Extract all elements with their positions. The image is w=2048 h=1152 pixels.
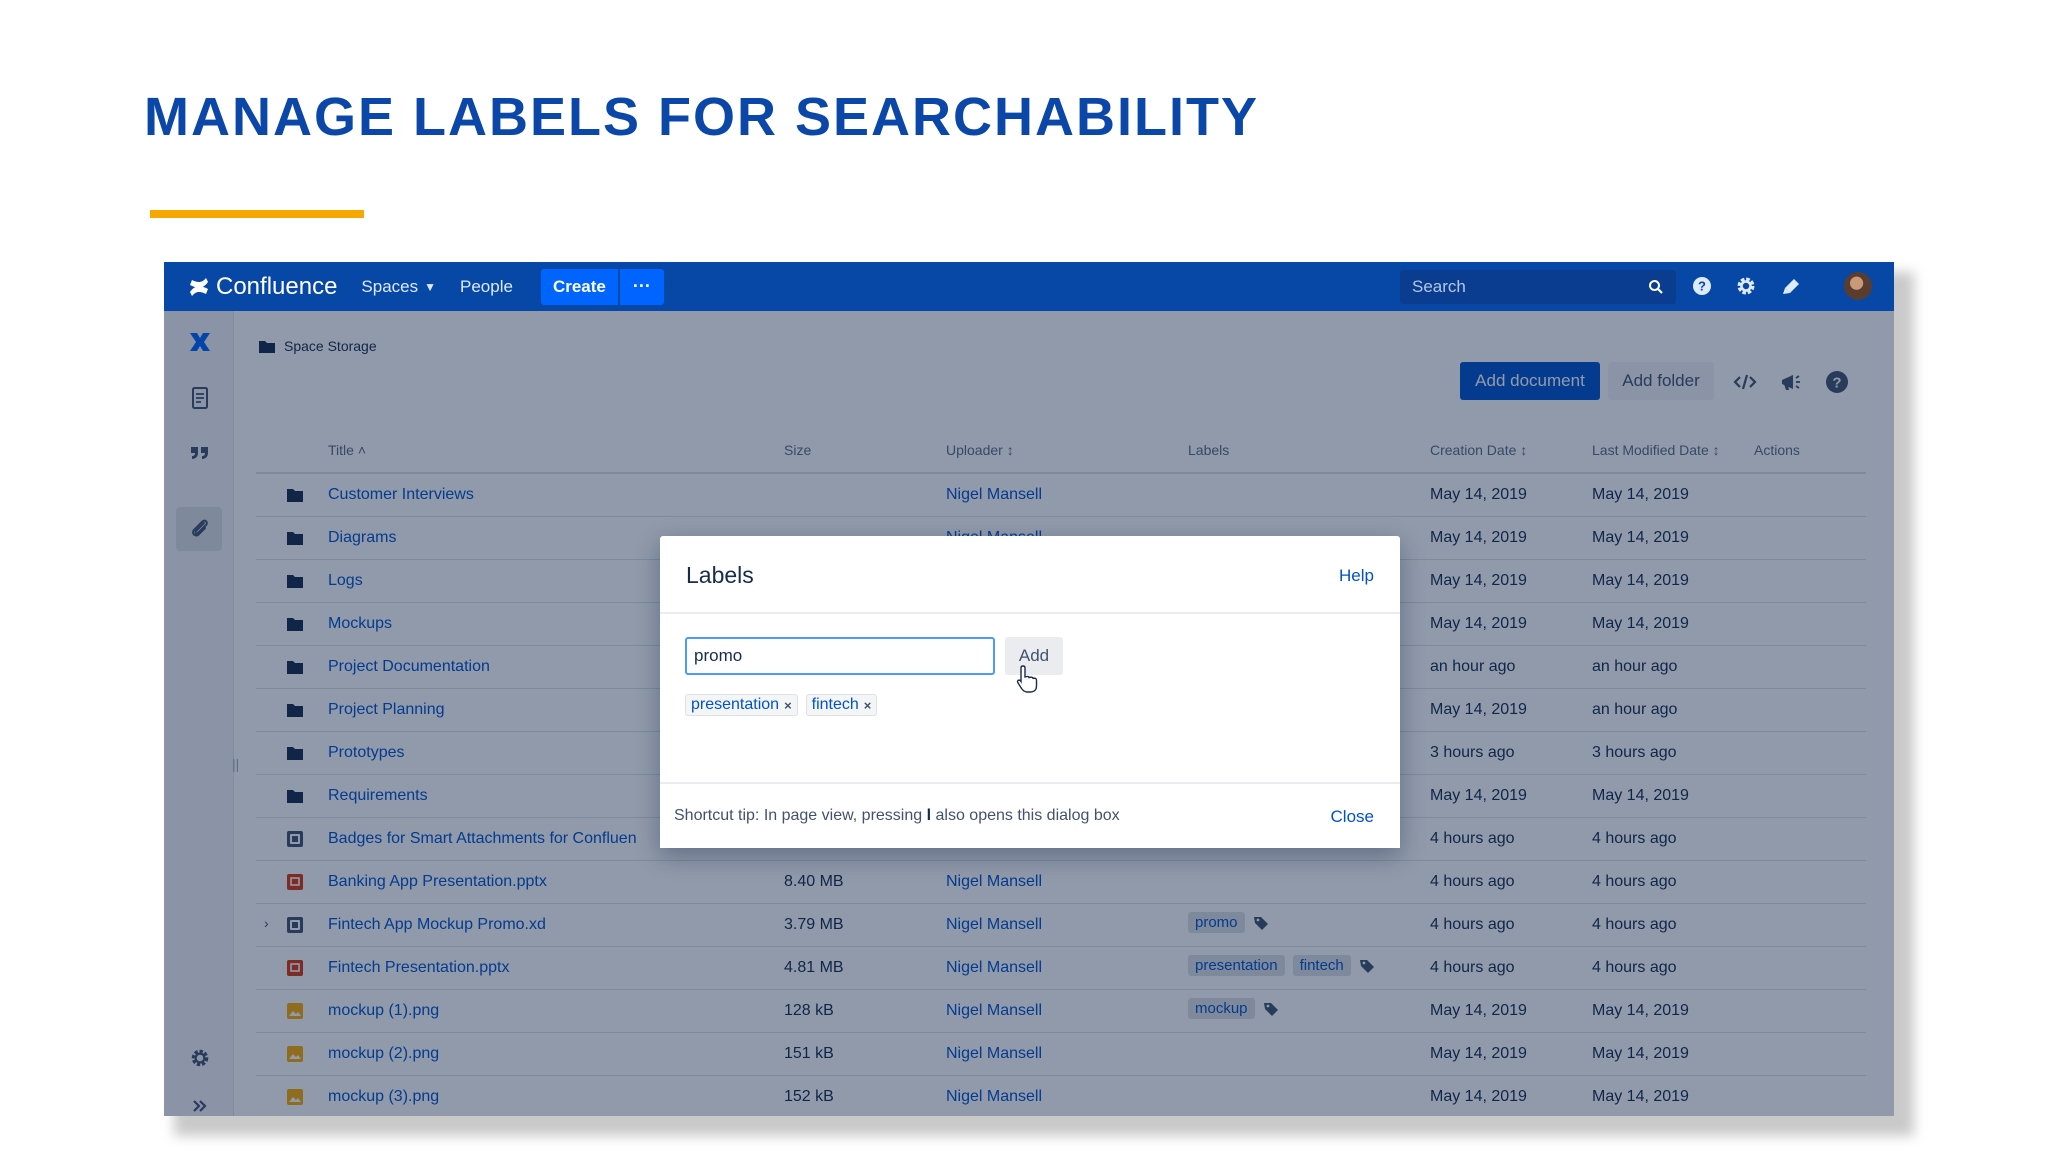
search-input[interactable]: Search xyxy=(1400,270,1676,304)
remove-label-icon[interactable]: × xyxy=(784,698,792,713)
slide-title: MANAGE LABELS FOR SEARCHABILITY xyxy=(144,87,1259,147)
title-underline xyxy=(150,210,364,218)
chevron-down-icon: ▼ xyxy=(424,279,437,294)
chip-text: presentation xyxy=(691,696,780,713)
hand-cursor-icon xyxy=(1016,665,1038,693)
dialog-header: Labels Help xyxy=(660,536,1400,614)
nav-people-label: People xyxy=(460,276,513,296)
tip-text-after: also opens this dialog box xyxy=(931,807,1120,824)
gear-icon[interactable] xyxy=(1734,274,1758,298)
avatar[interactable] xyxy=(1844,272,1872,300)
close-dialog-button[interactable]: Close xyxy=(1331,807,1374,827)
labels-dialog: Labels Help Add presentation × fintech ×… xyxy=(660,536,1400,848)
chip-text: fintech xyxy=(811,696,859,713)
brand-name: Confluence xyxy=(216,272,338,300)
confluence-logo[interactable]: Confluence xyxy=(188,273,337,301)
nav-spaces-label: Spaces xyxy=(361,276,419,296)
label-chip-fintech[interactable]: fintech × xyxy=(805,694,878,716)
search-icon xyxy=(1649,280,1663,294)
tip-text-before: Shortcut tip: In page view, pressing xyxy=(674,807,927,824)
create-button[interactable]: Create xyxy=(540,268,618,305)
dialog-help-link[interactable]: Help xyxy=(1339,566,1374,586)
existing-labels: presentation × fintech × xyxy=(685,694,885,716)
nav-spaces[interactable]: Spaces ▼ xyxy=(361,277,436,297)
dialog-footer: Shortcut tip: In page view, pressing l a… xyxy=(660,782,1400,848)
confluence-screenshot: Confluence Spaces ▼ People Create ··· Se… xyxy=(164,262,1894,1116)
more-create-button[interactable]: ··· xyxy=(619,268,664,305)
confluence-icon xyxy=(190,277,208,296)
svg-text:?: ? xyxy=(1698,279,1706,294)
remove-label-icon[interactable]: × xyxy=(864,698,872,713)
help-icon[interactable]: ? xyxy=(1690,274,1714,298)
label-chip-presentation[interactable]: presentation × xyxy=(685,694,798,716)
label-input[interactable] xyxy=(685,637,995,675)
notifications-icon[interactable] xyxy=(1780,274,1804,298)
shortcut-tip: Shortcut tip: In page view, pressing l a… xyxy=(674,807,1120,825)
dialog-title: Labels xyxy=(686,562,754,588)
nav-people[interactable]: People xyxy=(460,277,513,297)
search-placeholder: Search xyxy=(1412,277,1466,296)
top-navigation: Confluence Spaces ▼ People Create ··· Se… xyxy=(164,262,1894,311)
